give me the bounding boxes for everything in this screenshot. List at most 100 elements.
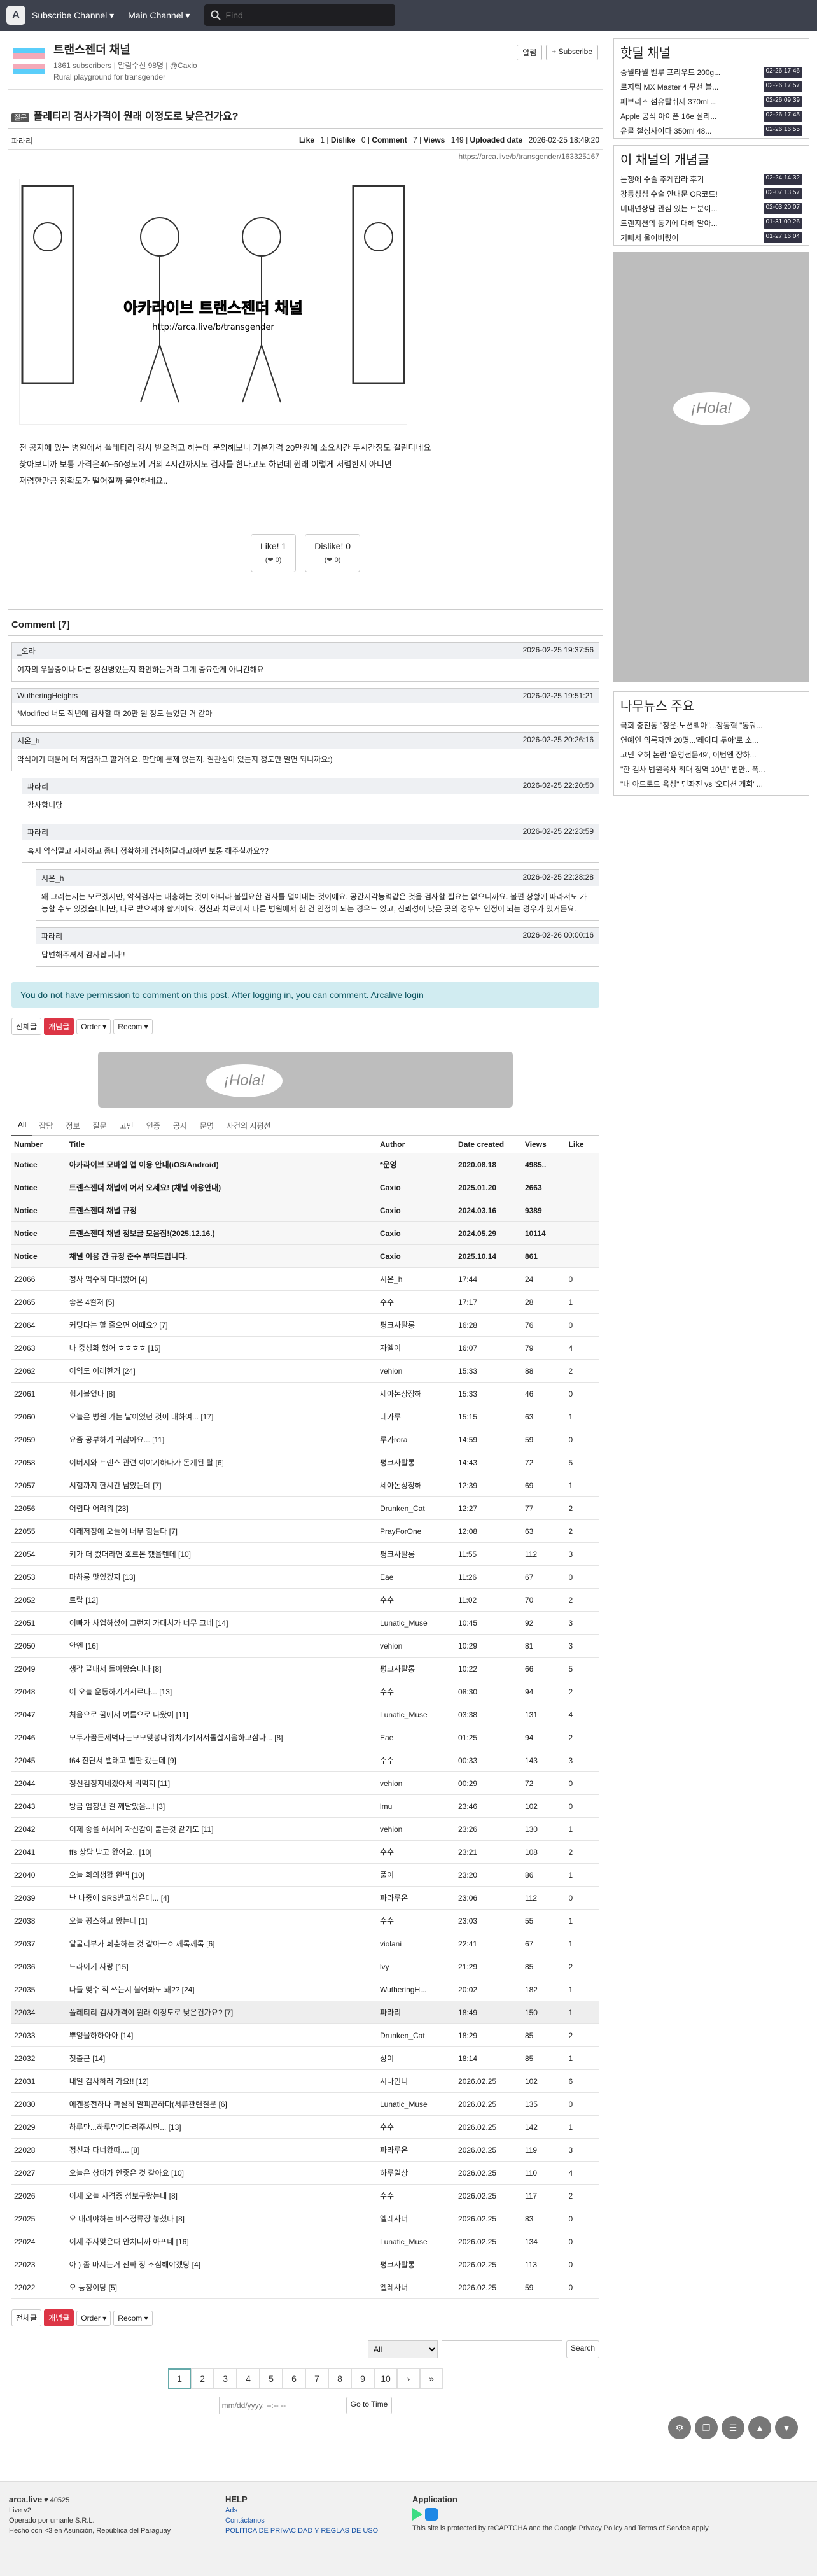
tab-event-horizon[interactable]: 사건의 지평선 — [220, 1116, 277, 1135]
comment-author[interactable]: 파라리 — [41, 931, 62, 941]
table-row[interactable]: 22027 오늘은 상태가 안좋은 것 같아요 [10] 하루일상 2026.02.2… — [11, 2161, 599, 2185]
row-title[interactable]: 이제 주사맞은때 안치니까 아프네 [16] — [66, 2230, 377, 2253]
table-row[interactable]: 22023 아 ) 좀 마시는거 진짜 정 조심해야겠당 [4] 평크사탈롱 2026… — [11, 2253, 599, 2276]
row-author[interactable]: lmu — [377, 1794, 456, 1818]
news-title[interactable]: 나무뉴스 주요 — [614, 692, 809, 718]
table-row[interactable]: 22031 내일 검사하러 가요!! [12] 시나인니 2026.02.25 102 6 — [11, 2069, 599, 2093]
row-title[interactable]: 커밍다는 할 줄으면 어때요? [7] — [66, 1313, 377, 1337]
row-title[interactable]: 이빠가 사업하셨어 그런지 가대치가 너무 크네 [14] — [66, 1611, 377, 1635]
hotdeal-item[interactable]: 송월타월 벨루 프리우드 200g... 02-26 17:46 — [614, 65, 809, 80]
table-row[interactable]: 22024 이제 주사맞은때 안치니까 아프네 [16] Lunatic_Muse 2… — [11, 2230, 599, 2253]
page-link[interactable]: 10 — [374, 2368, 397, 2389]
page-link[interactable]: › — [397, 2368, 420, 2389]
notify-button[interactable]: 알림 — [517, 45, 543, 60]
search-target-select[interactable]: All — [367, 2340, 438, 2358]
row-title[interactable]: 힘기볼었다 [8] — [66, 1382, 377, 1405]
tab-question[interactable]: 질문 — [87, 1116, 113, 1135]
row-title[interactable]: 오늘 평스하고 왔는데 [1] — [66, 1909, 377, 1932]
notice-title[interactable]: 채널 이용 간 규정 준수 부탁드립니다. — [66, 1244, 377, 1268]
table-row[interactable]: 22053 마하룡 맛있겠지 [13] Eae 11:26 67 0 — [11, 1565, 599, 1589]
page-link[interactable]: 4 — [237, 2368, 260, 2389]
row-author[interactable]: 세아논상장해 — [377, 1474, 456, 1497]
row-author[interactable]: 파라루온 — [377, 1886, 456, 1910]
row-title[interactable]: 어익도 어레한거 [24] — [66, 1359, 377, 1383]
row-title[interactable]: 뿌엉올하하아아 [14] — [66, 2023, 377, 2047]
row-author[interactable]: vehion — [377, 1771, 456, 1795]
recom-select[interactable]: Recom ▾ — [113, 1018, 153, 1034]
post-author[interactable]: 파라리 — [11, 136, 32, 146]
all-posts-button[interactable]: 전체글 — [11, 1018, 42, 1035]
copy-icon[interactable]: ❐ — [695, 2416, 718, 2439]
notice-author[interactable]: Caxio — [377, 1244, 456, 1268]
hotdeal-item[interactable]: 로지텍 MX Master 4 무선 블... 02-26 17:57 — [614, 80, 809, 94]
subscribe-channel-menu[interactable]: Subscribe Channel ▾ — [32, 10, 114, 21]
like-button[interactable]: Like! 1 (❤ 0) — [250, 534, 297, 572]
row-title[interactable]: 정사 먹수히 다녀왔어 [4] — [66, 1267, 377, 1291]
table-row[interactable]: 22045 f64 전단서 밸래고 벨판 갔는데 [9] 수수 00:33 143 3 — [11, 1749, 599, 1772]
list-icon[interactable]: ☰ — [722, 2416, 744, 2439]
post-url[interactable]: https://arca.live/b/transgender/16332516… — [8, 150, 603, 164]
row-title[interactable]: f64 전단서 밸래고 벨판 갔는데 [9] — [66, 1749, 377, 1772]
table-row[interactable]: 22052 트랍 [12] 수수 11:02 70 2 — [11, 1588, 599, 1612]
table-row[interactable]: 22044 정신검정지네겠아서 뭐먹지 [11] vehion 00:29 72 0 — [11, 1771, 599, 1795]
row-title[interactable]: 이버지와 트랜스 관련 이야기하다가 돈계된 탈 [6] — [66, 1451, 377, 1474]
table-row[interactable]: 22048 어 오늘 운동하기거시르다... [13] 수수 08:30 94 2 — [11, 1680, 599, 1703]
goto-time-button[interactable]: Go to Time — [346, 2397, 393, 2414]
table-row[interactable]: 22064 커밍다는 할 줄으면 어때요? [7] 평크사탈롱 16:28 76 0 — [11, 1313, 599, 1337]
table-row[interactable]: 22059 요즘 공부하기 귀찮아요... [11] 루카rora 14:59 59 0 — [11, 1428, 599, 1451]
search-box[interactable] — [204, 4, 395, 26]
tab-chat[interactable]: 잡담 — [32, 1116, 59, 1135]
order-select[interactable]: Order ▾ — [76, 1018, 111, 1034]
hotdeal-item[interactable]: 유클 철성사이다 350ml 48... 02-26 16:55 — [614, 123, 809, 138]
notice-row[interactable]: Notice 트랜스젠더 채널 정보글 모음집!(2025.12.16.) Caxi… — [11, 1221, 599, 1245]
row-title[interactable]: 첫출근 [14] — [66, 2046, 377, 2070]
settings-icon[interactable]: ⚙ — [668, 2416, 691, 2439]
advertisement-banner[interactable]: ¡Hola! — [98, 1052, 513, 1108]
table-row[interactable]: 22029 하루만...하루만기다려주시면... [13] 수수 2026.02.25… — [11, 2115, 599, 2139]
row-author[interactable]: 수수 — [377, 1749, 456, 1772]
row-title[interactable]: 폴레티리 검사가격이 원래 이정도로 낮은건가요? [7] — [66, 2001, 377, 2024]
row-title[interactable]: 오늘 회의생활 완벽 [10] — [66, 1863, 377, 1887]
hotdeal-item[interactable]: Apple 공식 아이폰 16e 실리... 02-26 17:45 — [614, 109, 809, 123]
row-author[interactable]: 루카rora — [377, 1428, 456, 1451]
main-channel-menu[interactable]: Main Channel ▾ — [128, 10, 190, 21]
row-title[interactable]: 아 ) 좀 마시는거 진짜 정 조심해야겠당 [4] — [66, 2253, 377, 2276]
table-row[interactable]: 22030 에겐용전하나 확실히 알피곤하다(서류관련질문 [6] Lunatic_… — [11, 2092, 599, 2116]
row-author[interactable]: WutheringH... — [377, 1978, 456, 2001]
row-title[interactable]: 방금 엄청난 걸 깨달았음...! [3] — [66, 1794, 377, 1818]
scroll-down-icon[interactable]: ▼ — [775, 2416, 798, 2439]
row-author[interactable]: 수수 — [377, 1840, 456, 1864]
page-link[interactable]: 3 — [214, 2368, 237, 2389]
table-row[interactable]: 22040 오늘 회의생활 완벽 [10] 풀이 23:20 86 1 — [11, 1863, 599, 1887]
row-author[interactable]: 자엘이 — [377, 1336, 456, 1360]
comment-author[interactable]: _오라 — [17, 645, 36, 656]
board-search-input[interactable] — [441, 2340, 562, 2358]
row-author[interactable]: 수수 — [377, 1588, 456, 1612]
channel-title[interactable]: 트랜스젠더 채널 — [53, 41, 197, 57]
table-row[interactable]: 22060 오늘은 병원 가는 날이었던 것이 대하여... [17] 데카루 15:… — [11, 1405, 599, 1428]
row-author[interactable]: Eae — [377, 1565, 456, 1589]
row-title[interactable]: 이제 송을 해체에 자신감이 붙는것 같기도 [11] — [66, 1817, 377, 1841]
notice-title[interactable]: 트랜스젠더 채널 규정 — [66, 1199, 377, 1222]
notice-title[interactable]: 트랜스젠더 채널 정보글 모음집!(2025.12.16.) — [66, 1221, 377, 1245]
notice-row[interactable]: Notice 트랜스젠더 채널 규정 Caxio 2024.03.16 9389 — [11, 1199, 599, 1222]
login-link[interactable]: Arcalive login — [370, 990, 423, 1000]
row-author[interactable]: 수수 — [377, 1680, 456, 1703]
page-link[interactable]: 7 — [305, 2368, 328, 2389]
table-row[interactable]: 22051 이빠가 사업하셨어 그런지 가대치가 너무 크네 [14] Lunati… — [11, 1611, 599, 1635]
news-item[interactable]: 연예인 의록자만 20명...'레이디 두아'로 소... — [614, 733, 809, 747]
row-author[interactable]: 평크사탈롱 — [377, 1451, 456, 1474]
subscribe-button[interactable]: + Subscribe — [546, 45, 598, 60]
table-row[interactable]: 22061 힘기볼었다 [8] 세아논상장해 15:33 46 0 — [11, 1382, 599, 1405]
hotdeal-item[interactable]: 페브리즈 섬유탈취제 370ml ... 02-26 09:39 — [614, 94, 809, 109]
row-author[interactable]: PrayForOne — [377, 1519, 456, 1543]
table-row[interactable]: 22032 첫출근 [14] 상이 18:14 85 1 — [11, 2046, 599, 2070]
arca-logo-icon[interactable]: A — [6, 6, 25, 25]
row-title[interactable]: ffs 상담 받고 왔어요.. [10] — [66, 1840, 377, 1864]
row-author[interactable]: 수수 — [377, 2184, 456, 2207]
notice-author[interactable]: *운영 — [377, 1153, 456, 1176]
row-title[interactable]: 다들 몇수 적 쓰는지 불어봐도 돼?? [24] — [66, 1978, 377, 2001]
row-author[interactable]: vehion — [377, 1817, 456, 1841]
table-row[interactable]: 22042 이제 송을 해체에 자신감이 붙는것 같기도 [11] vehion 23… — [11, 1817, 599, 1841]
row-author[interactable]: 수수 — [377, 1290, 456, 1314]
